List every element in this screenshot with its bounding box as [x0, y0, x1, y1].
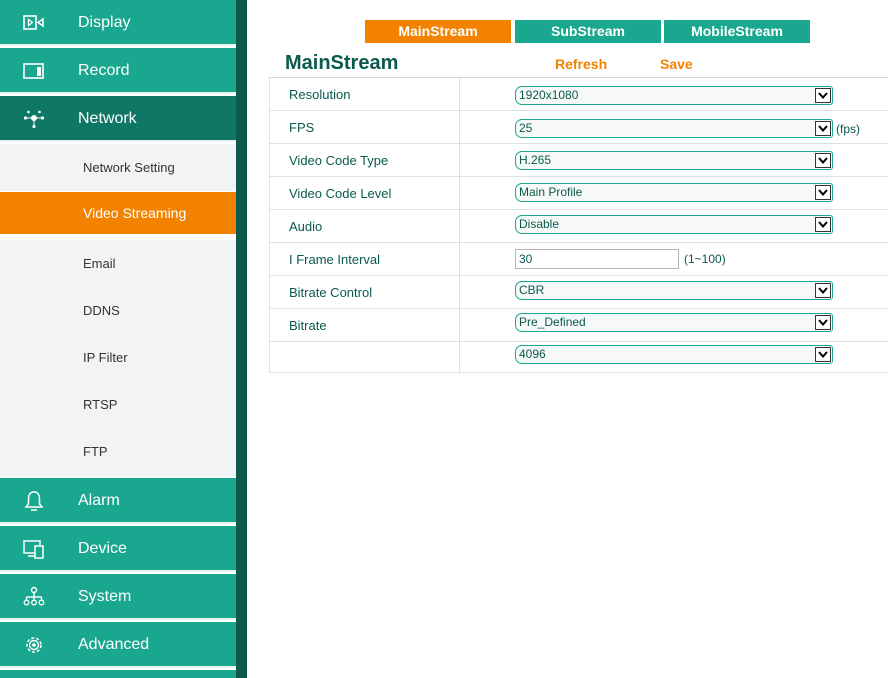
record-icon [23, 61, 45, 81]
i-frame-interval-range: (1~100) [684, 252, 726, 266]
sidebar: Display Record Network Network Setting V… [0, 0, 236, 678]
sidebar-item-system[interactable]: System [0, 574, 236, 620]
sidebar-bottom-strip [0, 670, 236, 678]
fps-label: FPS [289, 120, 315, 135]
bitrate-mode-select[interactable]: Pre_Defined [515, 313, 833, 332]
chevron-down-icon [815, 315, 831, 330]
gear-icon [23, 635, 45, 655]
bitrate-control-label: Bitrate Control [289, 285, 373, 300]
sidebar-subitem-ftp[interactable]: FTP [0, 428, 236, 476]
bitrate-label: Bitrate [289, 318, 327, 333]
bell-icon [23, 491, 45, 511]
sidebar-item-label: Display [78, 14, 131, 31]
sidebar-divider [236, 0, 247, 678]
sidebar-item-network[interactable]: Network [0, 96, 236, 142]
audio-label: Audio [289, 219, 323, 234]
sidebar-item-label: Device [78, 540, 127, 557]
resolution-label: Resolution [289, 87, 351, 102]
chevron-down-icon [815, 88, 831, 103]
sidebar-subitem-rtsp[interactable]: RTSP [0, 381, 236, 428]
audio-select[interactable]: Disable [515, 215, 833, 234]
network-icon [23, 109, 45, 129]
save-button[interactable]: Save [660, 55, 693, 73]
display-icon [23, 13, 45, 33]
sidebar-subitem-email[interactable]: Email [0, 240, 236, 287]
sidebar-item-advanced[interactable]: Advanced [0, 622, 236, 668]
sidebar-item-label: Record [78, 62, 130, 79]
sidebar-item-label: Alarm [78, 492, 120, 509]
sidebar-subitem-network-setting[interactable]: Network Setting [0, 144, 236, 191]
fps-select[interactable]: 25 [515, 119, 833, 138]
sidebar-item-device[interactable]: Device [0, 526, 236, 572]
sidebar-subitem-ddns[interactable]: DDNS [0, 287, 236, 334]
chevron-down-icon [815, 185, 831, 200]
sidebar-item-display[interactable]: Display [0, 0, 236, 46]
video-code-type-select[interactable]: H.265 [515, 151, 833, 170]
chevron-down-icon [815, 121, 831, 136]
chevron-down-icon [815, 217, 831, 232]
sidebar-subitem-video-streaming[interactable]: Video Streaming [0, 192, 236, 234]
video-code-level-select[interactable]: Main Profile [515, 183, 833, 202]
i-frame-interval-label: I Frame Interval [289, 252, 381, 267]
refresh-button[interactable]: Refresh [555, 55, 607, 73]
i-frame-interval-input[interactable]: 30 [515, 249, 679, 269]
chevron-down-icon [815, 283, 831, 298]
fps-unit: (fps) [836, 122, 860, 136]
tab-mainstream[interactable]: MainStream [365, 20, 511, 43]
sidebar-item-alarm[interactable]: Alarm [0, 478, 236, 524]
sidebar-item-label: Network [78, 110, 137, 127]
bitrate-control-select[interactable]: CBR [515, 281, 833, 300]
video-code-level-label: Video Code Level [289, 186, 392, 201]
resolution-select[interactable]: 1920x1080 [515, 86, 833, 105]
sidebar-item-label: Advanced [78, 636, 150, 653]
tab-substream[interactable]: SubStream [515, 20, 661, 43]
sidebar-item-label: System [78, 588, 132, 605]
sidebar-item-record[interactable]: Record [0, 48, 236, 94]
video-code-type-label: Video Code Type [289, 153, 389, 168]
bitrate-value-select[interactable]: 4096 [515, 345, 833, 364]
device-icon [23, 539, 45, 559]
chevron-down-icon [815, 347, 831, 362]
chevron-down-icon [815, 153, 831, 168]
page-title: MainStream [285, 52, 399, 74]
system-tree-icon [23, 586, 45, 607]
tab-mobilestream[interactable]: MobileStream [664, 20, 810, 43]
sidebar-subitem-ip-filter[interactable]: IP Filter [0, 334, 236, 381]
